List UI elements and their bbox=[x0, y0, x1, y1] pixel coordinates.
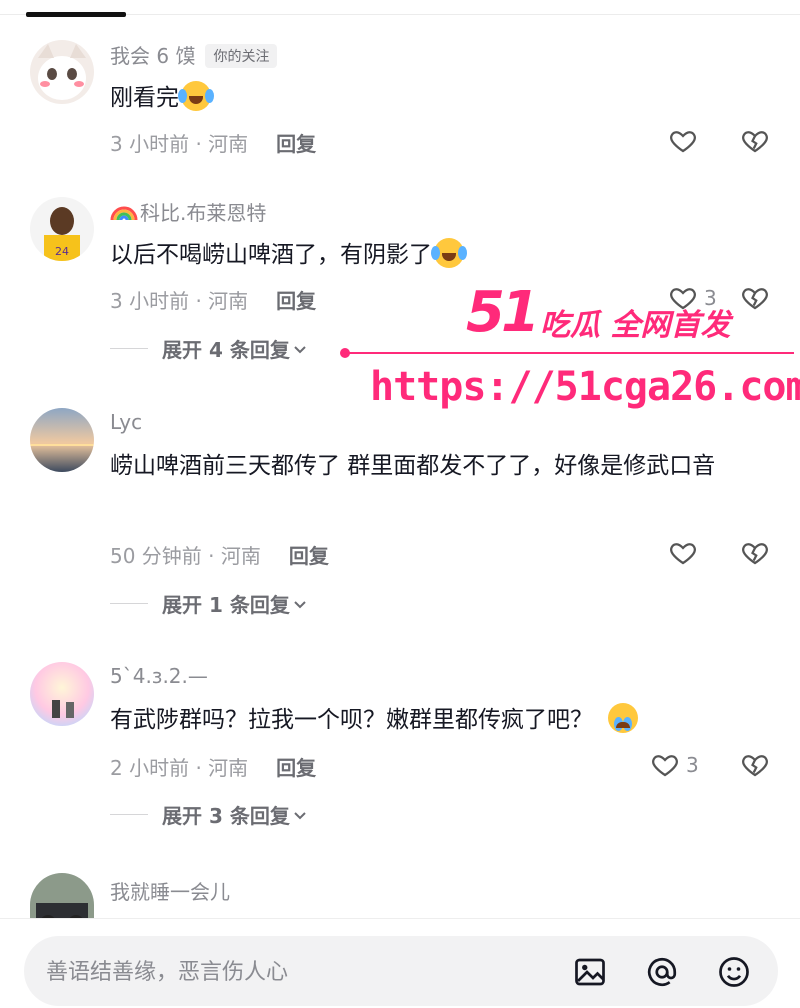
chevron-down-icon bbox=[294, 811, 306, 819]
laugh-cry-emoji-icon bbox=[178, 81, 214, 111]
comment-text-content: 以后不喝崂山啤酒了，有阴影了 bbox=[110, 242, 432, 268]
expand-replies-button[interactable]: 展开 1 条回复 bbox=[110, 589, 310, 618]
comment-text-content: 崂山啤酒前三天都传了 群里面都发不了了，好像是修武口音 bbox=[110, 453, 716, 479]
username-text[interactable]: 我就睡一会儿 bbox=[110, 880, 230, 904]
dislike-button[interactable] bbox=[740, 538, 770, 572]
username-text[interactable]: 5`4.з.2.— bbox=[110, 664, 208, 688]
comment-username[interactable]: 我就睡一会儿 bbox=[110, 876, 230, 905]
divider-dash bbox=[110, 814, 148, 815]
comment-text: 有武陟群吗？拉我一个呗？嫩群里都传疯了吧？ bbox=[110, 698, 770, 742]
expand-replies-label[interactable]: 展开 3 条回复 bbox=[162, 800, 290, 829]
time-location: 3 小时前 · 河南 bbox=[110, 289, 249, 313]
comment-text: 刚看完 bbox=[110, 76, 770, 120]
username-text[interactable]: Lyc bbox=[110, 410, 142, 434]
heart-icon bbox=[670, 131, 696, 153]
comment-meta: 50 分钟前 · 河南 回复 bbox=[110, 540, 329, 569]
avatar[interactable] bbox=[30, 662, 94, 726]
at-icon[interactable] bbox=[644, 954, 680, 990]
expand-replies-label[interactable]: 展开 1 条回复 bbox=[162, 589, 290, 618]
broken-heart-icon bbox=[742, 755, 768, 777]
comment-text: 以后不喝崂山啤酒了，有阴影了 bbox=[110, 233, 770, 277]
comment-composer bbox=[24, 936, 778, 1008]
time-location: 2 小时前 · 河南 bbox=[110, 756, 249, 780]
watermark-line bbox=[344, 352, 794, 354]
divider-dash bbox=[110, 603, 148, 604]
crying-emoji-icon bbox=[608, 703, 639, 733]
watermark-slogan: 吃瓜 全网首发 bbox=[540, 308, 731, 343]
svg-text:24: 24 bbox=[55, 245, 69, 258]
chevron-down-icon bbox=[294, 600, 306, 608]
heart-icon bbox=[652, 755, 678, 777]
expand-replies-button[interactable]: 展开 4 条回复 bbox=[110, 334, 310, 363]
composer-divider bbox=[0, 918, 800, 919]
reply-button[interactable]: 回复 bbox=[276, 132, 316, 156]
comment-username[interactable]: 5`4.з.2.— bbox=[110, 664, 208, 688]
chevron-down-icon bbox=[294, 345, 306, 353]
time-location: 50 分钟前 · 河南 bbox=[110, 544, 261, 568]
active-tab-indicator bbox=[26, 12, 126, 17]
divider-dash bbox=[110, 348, 148, 349]
avatar[interactable] bbox=[30, 873, 94, 919]
reply-button[interactable]: 回复 bbox=[276, 289, 316, 313]
broken-heart-icon bbox=[742, 543, 768, 565]
broken-heart-icon bbox=[742, 131, 768, 153]
comment-text-content: 刚看完 bbox=[110, 85, 179, 111]
username-text[interactable]: 我会 6 馍 bbox=[110, 44, 195, 68]
comment-input[interactable] bbox=[44, 936, 568, 1008]
avatar[interactable] bbox=[30, 408, 94, 472]
heart-icon bbox=[670, 543, 696, 565]
reply-button[interactable]: 回复 bbox=[276, 756, 316, 780]
like-count: 3 bbox=[686, 753, 699, 777]
expand-replies-label[interactable]: 展开 4 条回复 bbox=[162, 334, 290, 363]
reply-button[interactable]: 回复 bbox=[289, 544, 329, 568]
avatar[interactable] bbox=[30, 40, 94, 104]
comment-text: 崂山啤酒前三天都传了 群里面都发不了了，好像是修武口音 bbox=[110, 444, 770, 488]
comment-username[interactable]: 我会 6 馍你的关注 bbox=[110, 40, 278, 69]
like-button[interactable] bbox=[668, 126, 698, 156]
watermark-logo: 51 bbox=[466, 280, 540, 345]
dislike-button[interactable] bbox=[740, 126, 770, 160]
watermark-overlay: 51 吃瓜 全网首发 https://51cga26.com bbox=[340, 280, 800, 420]
laugh-cry-emoji-icon bbox=[431, 238, 467, 268]
following-badge: 你的关注 bbox=[205, 44, 278, 68]
comment-meta: 3 小时前 · 河南 回复 bbox=[110, 128, 316, 157]
comment-username[interactable]: Lyc bbox=[110, 410, 142, 434]
comment-meta: 2 小时前 · 河南 回复 bbox=[110, 752, 316, 781]
image-icon[interactable] bbox=[572, 954, 608, 990]
avatar[interactable]: 24 bbox=[30, 197, 94, 261]
watermark-url: https://51cga26.com bbox=[370, 364, 800, 410]
like-button[interactable] bbox=[668, 538, 698, 568]
comment-text-content: 有武陟群吗？拉我一个呗？嫩群里都传疯了吧？ bbox=[110, 707, 593, 733]
expand-replies-button[interactable]: 展开 3 条回复 bbox=[110, 800, 310, 829]
time-location: 3 小时前 · 河南 bbox=[110, 132, 249, 156]
comment-username[interactable]: 科比.布莱恩特 bbox=[110, 197, 266, 226]
like-button[interactable]: 3 bbox=[650, 750, 699, 780]
dislike-button[interactable] bbox=[740, 750, 770, 784]
comment-meta: 3 小时前 · 河南 回复 bbox=[110, 285, 316, 314]
rainbow-icon bbox=[110, 202, 140, 222]
emoji-icon[interactable] bbox=[716, 954, 752, 990]
username-text[interactable]: 科比.布莱恩特 bbox=[140, 201, 266, 225]
